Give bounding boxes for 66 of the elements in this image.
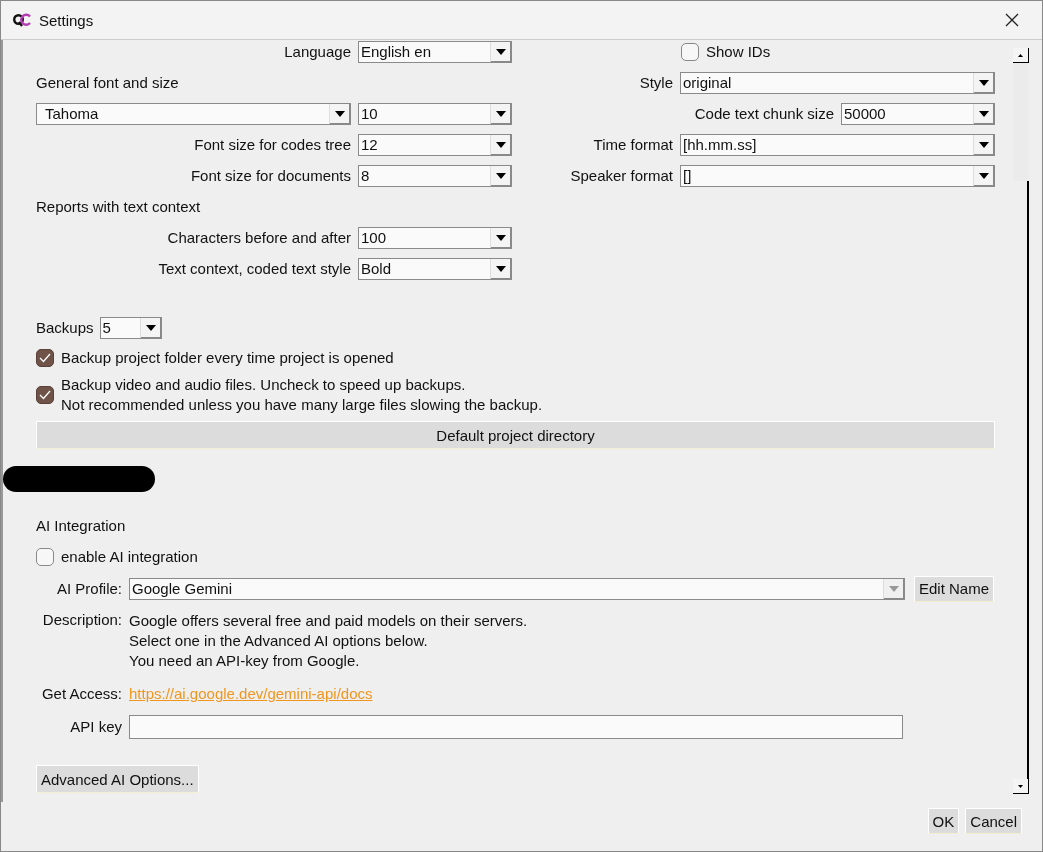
checkbox[interactable] (36, 386, 54, 404)
caret-icon (979, 110, 989, 117)
dropdown[interactable]: [] (680, 164, 995, 187)
section-label: General font and size (36, 74, 179, 91)
field-label: Characters before and after (167, 229, 351, 246)
section-label: AI Integration (36, 517, 126, 534)
field-label: Speaker format (570, 167, 673, 184)
checkbox[interactable] (681, 42, 699, 61)
check-icon (39, 353, 51, 363)
field-label: Font size for documents (190, 167, 351, 184)
close-icon (1005, 13, 1019, 27)
dialog-button[interactable]: OK (927, 808, 960, 834)
caret-icon (496, 265, 506, 272)
dropdown[interactable]: Tahoma (36, 102, 351, 125)
dropdown[interactable]: Bold (358, 257, 512, 280)
dropdown[interactable]: [hh.mm.ss] (680, 133, 995, 156)
caret-icon (496, 48, 506, 55)
field-label: Description: (41, 611, 122, 628)
field-label: Style (639, 74, 673, 91)
dropdown[interactable]: 5 (99, 316, 162, 339)
scroll-thumb[interactable] (1013, 181, 1029, 779)
checkbox-label: Show IDs (706, 43, 771, 60)
caret-icon (979, 79, 989, 86)
field-label: Backups (36, 319, 94, 336)
checkbox-label: Backup project folder every time project is opened (61, 348, 394, 368)
field-label: API key (69, 718, 122, 735)
edit-name-button[interactable]: Edit Name (914, 575, 995, 602)
dropdown[interactable]: 8 (358, 164, 512, 187)
dropdown[interactable]: 12 (358, 133, 512, 156)
field-label: Language (284, 43, 351, 60)
section-label: Reports with text context (36, 198, 201, 215)
caret-icon (496, 234, 506, 241)
dialog-button[interactable]: Cancel (965, 808, 1022, 834)
caret-icon (496, 110, 506, 117)
app-logo-icon (13, 13, 31, 27)
checkbox[interactable] (36, 349, 54, 367)
dropdown[interactable]: original (680, 71, 995, 94)
field-label: Font size for codes tree (194, 136, 351, 153)
dropdown[interactable]: 10 (358, 102, 512, 125)
caret-icon (496, 141, 506, 148)
caret-icon (335, 110, 345, 117)
field-label: Time format (593, 136, 673, 153)
description-text: Google offers several free and paid models on their servers. Select one in the Advanced AI options below. You need an API-key from Google. (129, 611, 528, 671)
scroll-down-icon (1018, 784, 1023, 788)
checkbox-label: Backup video and audio files. Uncheck to speed up backups. Not recommended unless you have many large files slowing the backup. (61, 375, 543, 415)
dropdown[interactable]: English en (358, 40, 512, 63)
scrollbar[interactable] (1013, 48, 1029, 794)
caret-icon (979, 172, 989, 179)
default-directory-button[interactable]: Default project directory (36, 421, 995, 449)
field-label: Get Access: (40, 685, 122, 702)
caret-icon (979, 141, 989, 148)
field-label: Text context, coded text style (158, 260, 351, 277)
advanced-options-button[interactable]: Advanced AI Options... (36, 765, 199, 793)
dropdown[interactable]: 100 (358, 226, 512, 249)
check-icon (39, 390, 51, 400)
dropdown[interactable]: 50000 (841, 102, 995, 125)
checkbox-label: enable AI integration (61, 548, 198, 565)
field-label: Code text chunk size (694, 105, 834, 122)
caret-icon (889, 585, 899, 592)
field-label: AI Profile: (55, 580, 122, 597)
window-title: Settings (39, 11, 94, 29)
api-key-field[interactable] (129, 714, 903, 739)
caret-icon (496, 172, 506, 179)
caret-icon (145, 324, 156, 331)
checkbox[interactable] (36, 547, 54, 566)
scroll-up-icon (1018, 53, 1023, 57)
